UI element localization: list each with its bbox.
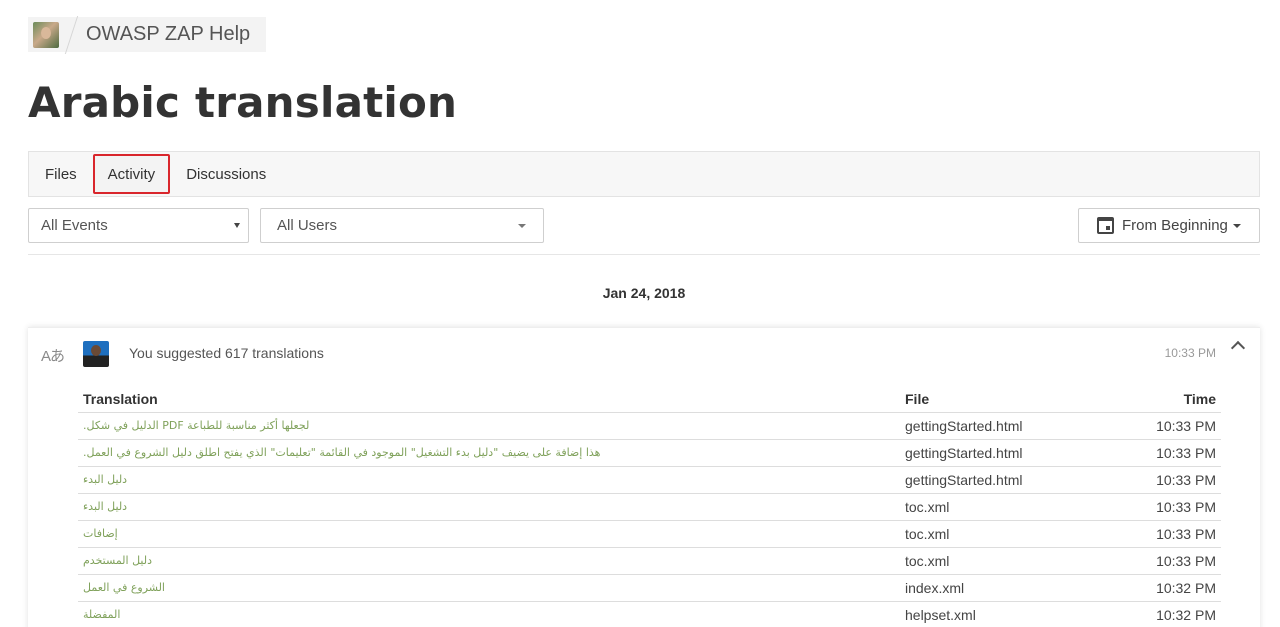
translation-link[interactable]: دليل البدء bbox=[78, 466, 900, 494]
activity-entry-card: Aあ You suggested 617 translations 10:33 … bbox=[28, 327, 1260, 627]
column-header-file: File bbox=[900, 386, 1141, 413]
table-row: إضافات toc.xml 10:33 PM bbox=[78, 520, 1221, 548]
project-avatar[interactable] bbox=[33, 21, 59, 48]
file-cell: index.xml bbox=[900, 574, 1141, 602]
users-filter-value: All Users bbox=[277, 217, 338, 234]
table-header-row: Translation File Time bbox=[78, 386, 1221, 413]
table-row: المفضلة helpset.xml 10:32 PM bbox=[78, 601, 1221, 627]
breadcrumb-separator bbox=[64, 15, 79, 54]
translation-link[interactable]: إضافات bbox=[78, 520, 900, 548]
file-cell: toc.xml bbox=[900, 547, 1141, 575]
date-range-button[interactable]: From Beginning bbox=[1078, 208, 1260, 243]
file-cell: gettingStarted.html bbox=[900, 466, 1141, 494]
file-cell: helpset.xml bbox=[900, 601, 1141, 627]
users-filter-select[interactable]: All Users bbox=[260, 208, 544, 243]
column-header-translation: Translation bbox=[78, 386, 900, 413]
table-row: الشروع في العمل index.xml 10:32 PM bbox=[78, 574, 1221, 602]
table-row: دليل البدء toc.xml 10:33 PM bbox=[78, 493, 1221, 521]
file-cell: toc.xml bbox=[900, 493, 1141, 521]
events-filter-select[interactable]: All Events bbox=[28, 208, 249, 243]
avatar[interactable] bbox=[83, 341, 109, 367]
activity-timestamp: 10:33 PM bbox=[1164, 346, 1216, 360]
translation-link[interactable]: الشروع في العمل bbox=[78, 574, 900, 602]
page-title: Arabic translation bbox=[28, 78, 458, 127]
translation-link[interactable]: المفضلة bbox=[78, 601, 900, 627]
translation-link[interactable]: لجعلها أكثر مناسبة للطباعة PDF الدليل في… bbox=[78, 412, 900, 440]
time-cell: 10:32 PM bbox=[1141, 601, 1221, 627]
translation-link[interactable]: هذا إضافة على يضيف "دليل بدء التشغيل" ال… bbox=[78, 439, 900, 467]
file-cell: gettingStarted.html bbox=[900, 412, 1141, 440]
calendar-icon bbox=[1097, 217, 1114, 234]
translations-table: Translation File Time لجعلها أكثر مناسبة… bbox=[78, 386, 1221, 627]
translate-icon: Aあ bbox=[41, 348, 65, 365]
chevron-down-icon bbox=[1232, 223, 1241, 228]
table-row: لجعلها أكثر مناسبة للطباعة PDF الدليل في… bbox=[78, 412, 1221, 440]
tab-bar: Files Activity Discussions bbox=[28, 151, 1260, 197]
table-row: دليل البدء gettingStarted.html 10:33 PM bbox=[78, 466, 1221, 494]
file-cell: toc.xml bbox=[900, 520, 1141, 548]
time-cell: 10:33 PM bbox=[1141, 520, 1221, 548]
time-cell: 10:33 PM bbox=[1141, 412, 1221, 440]
translation-link[interactable]: دليل المستخدم bbox=[78, 547, 900, 575]
tab-files[interactable]: Files bbox=[37, 154, 85, 194]
file-cell: gettingStarted.html bbox=[900, 439, 1141, 467]
chevron-down-icon bbox=[518, 224, 526, 228]
breadcrumb-project-link[interactable]: OWASP ZAP Help bbox=[86, 23, 250, 46]
tab-activity[interactable]: Activity bbox=[92, 154, 171, 194]
time-cell: 10:33 PM bbox=[1141, 466, 1221, 494]
chevron-up-icon[interactable] bbox=[1230, 340, 1246, 356]
table-row: هذا إضافة على يضيف "دليل بدء التشغيل" ال… bbox=[78, 439, 1221, 467]
activity-date-heading: Jan 24, 2018 bbox=[602, 285, 686, 301]
time-cell: 10:32 PM bbox=[1141, 574, 1221, 602]
divider bbox=[28, 254, 1260, 255]
events-filter-value: All Events bbox=[41, 217, 108, 234]
translation-link[interactable]: دليل البدء bbox=[78, 493, 900, 521]
table-row: دليل المستخدم toc.xml 10:33 PM bbox=[78, 547, 1221, 575]
chevron-down-icon bbox=[234, 223, 240, 228]
tab-discussions[interactable]: Discussions bbox=[178, 154, 274, 194]
time-cell: 10:33 PM bbox=[1141, 547, 1221, 575]
column-header-time: Time bbox=[1141, 386, 1221, 413]
time-cell: 10:33 PM bbox=[1141, 439, 1221, 467]
time-cell: 10:33 PM bbox=[1141, 493, 1221, 521]
activity-summary: You suggested 617 translations bbox=[129, 345, 324, 361]
date-range-value: From Beginning bbox=[1122, 217, 1228, 234]
breadcrumb: OWASP ZAP Help bbox=[28, 15, 267, 54]
